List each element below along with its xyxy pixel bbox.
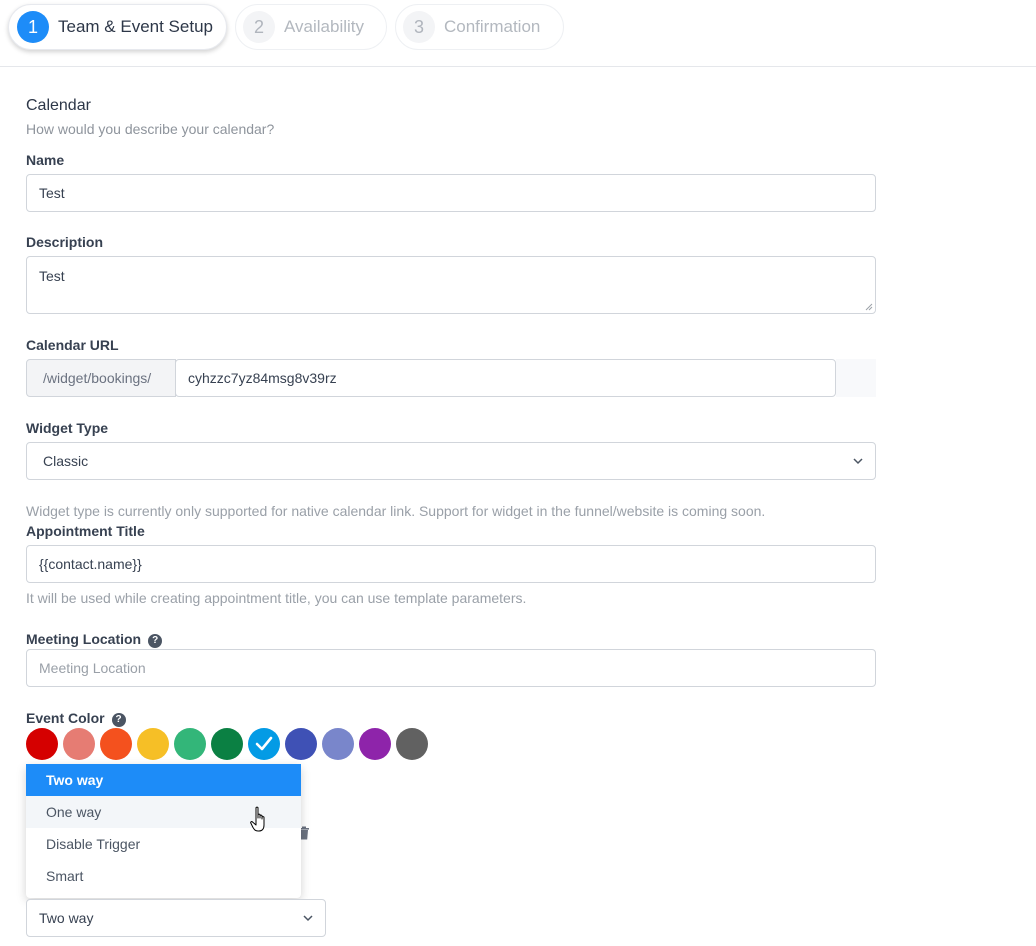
meeting-location-input[interactable]: Meeting Location [26,649,876,687]
description-value: Test [39,268,65,284]
description-label: Description [26,234,104,250]
help-icon[interactable]: ? [148,634,163,648]
section-title: Calendar [26,97,91,114]
meeting-location-placeholder: Meeting Location [39,660,146,676]
step-number: 2 [243,11,275,43]
event-color-label-text: Event Color [26,710,105,726]
sync-option-value: Two way [39,910,94,926]
color-swatch[interactable] [359,728,391,760]
calendar-url-label: Calendar URL [26,337,119,353]
color-swatch[interactable] [322,728,354,760]
appointment-title-value: {{contact.name}} [39,556,142,572]
name-input[interactable]: Test [26,174,876,212]
step-number: 3 [403,11,435,43]
name-label: Name [26,152,65,168]
chevron-down-icon [303,915,313,922]
step-availability[interactable]: 2 Availability [235,4,387,50]
color-swatch[interactable] [100,728,132,760]
color-swatch[interactable] [63,728,95,760]
dropdown-option-two-way[interactable]: Two way [26,764,301,796]
widget-type-select[interactable]: Classic [26,442,876,480]
dropdown-option-smart[interactable]: Smart [26,860,301,892]
meeting-location-label-text: Meeting Location [26,631,142,647]
step-team-event-setup[interactable]: 1 Team & Event Setup [8,4,227,50]
color-swatch[interactable] [174,728,206,760]
color-swatch[interactable] [285,728,317,760]
step-confirmation[interactable]: 3 Confirmation [395,4,564,50]
calendar-url-copy-button[interactable] [836,359,876,397]
calendar-url-input[interactable]: cyhzzc7yz84msg8v39rz [175,359,836,397]
resize-handle-icon[interactable] [865,303,873,311]
help-icon[interactable]: ? [111,713,126,727]
step-label: Team & Event Setup [58,17,213,36]
widget-type-hint: Widget type is currently only supported … [26,503,766,519]
meeting-location-label: Meeting Location? [26,631,163,648]
calendar-url-value: cyhzzc7yz84msg8v39rz [188,370,337,386]
color-swatch[interactable] [248,728,280,760]
section-subtitle: How would you describe your calendar? [26,121,275,137]
checkmark-icon [255,736,273,751]
step-label: Confirmation [444,17,541,36]
appointment-title-input[interactable]: {{contact.name}} [26,545,876,583]
widget-type-label: Widget Type [26,420,109,436]
chevron-down-icon [853,458,863,465]
color-swatch[interactable] [396,728,428,760]
appointment-title-hint: It will be used while creating appointme… [26,590,527,606]
color-swatch[interactable] [26,728,58,760]
color-swatch[interactable] [137,728,169,760]
step-label: Availability [284,17,365,36]
widget-type-value: Classic [43,453,89,469]
name-value: Test [39,185,65,201]
hand-cursor-icon [250,806,265,832]
color-swatch[interactable] [211,728,243,760]
calendar-url-prefix: /widget/bookings/ [26,359,176,397]
description-textarea[interactable]: Test [26,256,876,314]
sync-option-select[interactable]: Two way [26,899,326,937]
step-number: 1 [17,11,49,43]
stepper: 1 Team & Event Setup 2 Availability 3 Co… [0,0,1036,67]
event-color-label: Event Color? [26,710,126,727]
appointment-title-label: Appointment Title [26,523,145,539]
